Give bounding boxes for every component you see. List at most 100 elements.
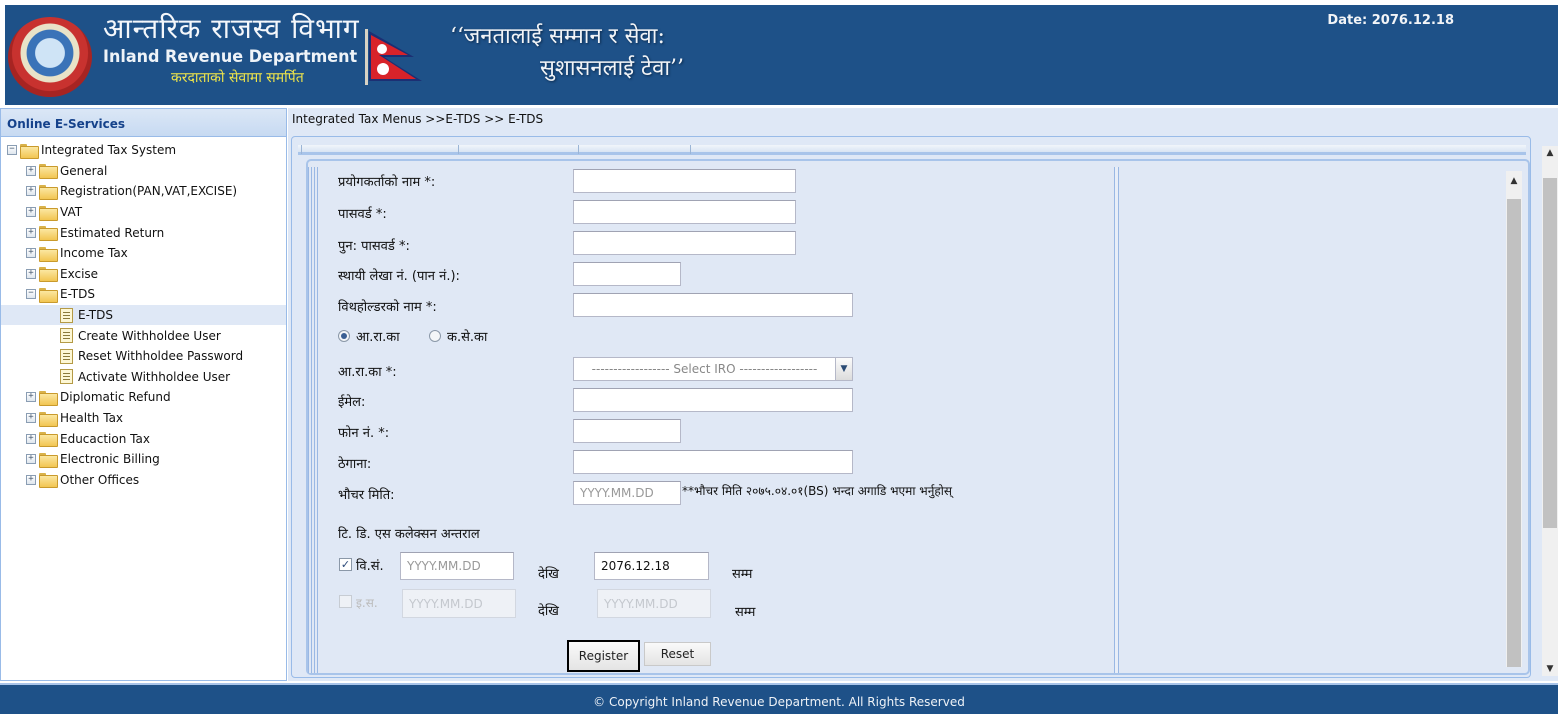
address-input[interactable] <box>573 450 853 474</box>
service-tree: − Integrated Tax System + General + Regi… <box>1 137 286 490</box>
sidebar-title: Online E-Services <box>1 109 286 137</box>
nepal-flag-icon <box>365 29 422 85</box>
tree-leaf-activate-withholdee-user[interactable]: Activate Withholdee User <box>1 367 286 388</box>
tree-node-label: E-TDS <box>78 308 113 323</box>
folder-icon <box>39 246 58 262</box>
withholder-name-input[interactable] <box>573 293 853 317</box>
tree-item-electronic-billing[interactable]: + Electronic Billing <box>1 449 286 470</box>
tree-node-label: E-TDS <box>60 287 95 302</box>
expand-icon[interactable]: + <box>26 186 36 197</box>
scroll-up-icon[interactable]: ▲ <box>1542 148 1558 158</box>
folder-open-icon <box>39 287 58 303</box>
expand-icon[interactable]: + <box>26 227 36 238</box>
iro-select[interactable]: ------------------ Select IRO ----------… <box>573 357 853 381</box>
folder-icon <box>39 452 58 468</box>
tree-node-label: Educaction Tax <box>60 431 150 446</box>
collapse-icon[interactable]: − <box>7 145 17 156</box>
bs-from-date-input[interactable] <box>400 552 514 580</box>
ad-to-date-input[interactable] <box>597 589 711 618</box>
expand-icon[interactable]: + <box>26 454 36 465</box>
office-type-label-iro: आ.रा.का <box>356 330 400 345</box>
office-type-radio-tso[interactable] <box>429 330 441 342</box>
ad-to-suffix: सम्म <box>735 605 756 620</box>
folder-icon <box>39 184 58 200</box>
expand-icon[interactable]: + <box>26 413 36 424</box>
tree-item-diplomatic-refund[interactable]: + Diplomatic Refund <box>1 387 286 408</box>
footer-copyright: © Copyright Inland Revenue Department. A… <box>0 683 1558 714</box>
pan-label: स्थायी लेखा नं. (पान नं.): <box>338 269 460 284</box>
password-label: पासवर्ड *: <box>338 207 387 222</box>
bs-to-suffix: सम्म <box>732 567 753 582</box>
tree-item-general[interactable]: + General <box>1 161 286 182</box>
slogan: ‘‘जनतालाई सम्मान र सेवा: सुशासनलाई टेवा’… <box>450 21 684 85</box>
tree-item-health-tax[interactable]: + Health Tax <box>1 408 286 429</box>
confirm-password-input[interactable] <box>573 231 796 255</box>
scroll-up-icon[interactable]: ▲ <box>1506 171 1522 191</box>
tree-item-income-tax[interactable]: + Income Tax <box>1 243 286 264</box>
chevron-down-icon[interactable]: ▼ <box>835 358 852 380</box>
tree-item-registration[interactable]: + Registration(PAN,VAT,EXCISE) <box>1 181 286 202</box>
scrollbar-thumb[interactable] <box>1507 199 1521 667</box>
register-button[interactable]: Register <box>567 640 640 672</box>
bs-date-checkbox[interactable]: ✓ <box>339 558 352 571</box>
document-icon <box>60 348 73 364</box>
ad-from-suffix: देखि <box>538 604 559 619</box>
tree-leaf-reset-withholdee-password[interactable]: Reset Withholdee Password <box>1 346 286 367</box>
tree-node-label: Integrated Tax System <box>41 143 177 158</box>
tree-node-label: Diplomatic Refund <box>60 390 171 405</box>
tree-item-education-tax[interactable]: + Educaction Tax <box>1 428 286 449</box>
page-scrollbar[interactable]: ▲ ▼ <box>1542 146 1558 676</box>
tree-item-vat[interactable]: + VAT <box>1 202 286 223</box>
ad-date-checkbox[interactable] <box>339 595 352 608</box>
folder-icon <box>39 473 58 489</box>
date-value: 2076.12.18 <box>1371 13 1454 28</box>
expand-icon[interactable]: + <box>26 165 36 176</box>
password-input[interactable] <box>573 200 796 224</box>
email-input[interactable] <box>573 388 853 412</box>
expand-icon[interactable]: + <box>26 248 36 259</box>
date-label: Date: <box>1327 13 1368 28</box>
tree-item-excise[interactable]: + Excise <box>1 264 286 285</box>
tree-leaf-create-withholdee-user[interactable]: Create Withholdee User <box>1 325 286 346</box>
username-input[interactable] <box>573 169 796 193</box>
site-header: आन्तरिक राजस्व विभाग Inland Revenue Depa… <box>5 5 1558 105</box>
tree-root-integrated-tax-system[interactable]: − Integrated Tax System <box>1 140 286 161</box>
expand-icon[interactable]: + <box>26 392 36 403</box>
folder-icon <box>39 205 58 221</box>
document-icon <box>60 307 73 323</box>
slogan-line-2: सुशासनलाई टेवा’’ <box>540 56 685 81</box>
slogan-line-1: ‘‘जनतालाई सम्मान र सेवा: <box>450 24 665 49</box>
tree-node-label: Health Tax <box>60 411 124 426</box>
phone-input[interactable] <box>573 419 681 443</box>
tree-node-label: Income Tax <box>60 246 128 261</box>
tree-leaf-e-tds[interactable]: E-TDS <box>1 304 286 326</box>
office-type-radio-iro[interactable] <box>338 330 350 342</box>
folder-open-icon <box>20 143 39 159</box>
expand-icon[interactable]: + <box>26 474 36 485</box>
tree-item-other-offices[interactable]: + Other Offices <box>1 470 286 491</box>
sidebar: Online E-Services − Integrated Tax Syste… <box>0 108 287 681</box>
main-content: Integrated Tax Menus >>E-TDS >> E-TDS ▲ … <box>288 108 1558 681</box>
confirm-password-label: पुन: पासवर्ड *: <box>338 239 410 254</box>
folder-icon <box>39 226 58 242</box>
ad-from-date-input[interactable] <box>402 589 516 618</box>
expand-icon[interactable]: + <box>26 433 36 444</box>
expand-icon[interactable]: + <box>26 268 36 279</box>
collapse-icon[interactable]: − <box>26 289 36 300</box>
tree-item-estimated-return[interactable]: + Estimated Return <box>1 222 286 243</box>
brand: आन्तरिक राजस्व विभाग Inland Revenue Depa… <box>103 13 360 87</box>
folder-icon <box>39 390 58 406</box>
voucher-date-input[interactable] <box>573 481 681 505</box>
expand-icon[interactable]: + <box>26 207 36 218</box>
folder-icon <box>39 411 58 427</box>
document-icon <box>60 328 73 344</box>
tree-item-e-tds[interactable]: − E-TDS <box>1 284 286 305</box>
pan-input[interactable] <box>573 262 681 286</box>
tree-node-label: General <box>60 163 108 178</box>
bs-to-date-input[interactable] <box>594 552 709 580</box>
reset-button[interactable]: Reset <box>644 642 711 666</box>
scroll-down-icon[interactable]: ▼ <box>1542 664 1558 674</box>
department-title-english: Inland Revenue Department <box>103 46 358 67</box>
form-panel-scrollbar[interactable]: ▲ <box>1506 171 1522 667</box>
scrollbar-thumb[interactable] <box>1543 178 1557 528</box>
